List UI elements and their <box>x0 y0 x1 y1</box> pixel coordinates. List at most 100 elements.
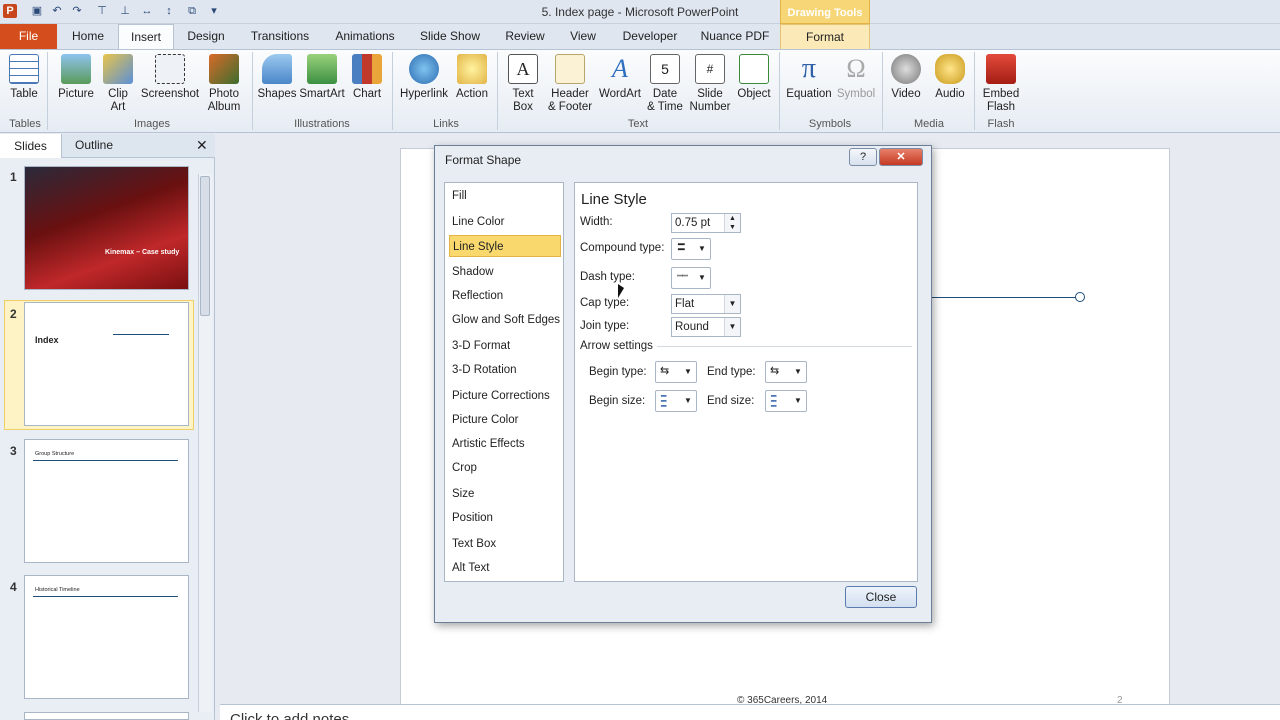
join-type-label: Join type: <box>580 320 630 332</box>
category-crop[interactable]: Crop <box>449 457 561 479</box>
tab-file[interactable]: File <box>0 24 57 49</box>
tab-outline[interactable]: Outline <box>75 138 113 152</box>
tab-developer[interactable]: Developer <box>616 24 684 49</box>
category-3d-rotation[interactable]: 3-D Rotation <box>449 359 561 381</box>
hyperlink-button[interactable]: Hyperlink <box>396 52 452 101</box>
end-type-dropdown[interactable]: ⇆ ▼ <box>765 361 807 383</box>
date-time-button[interactable]: 5 Date & Time <box>644 52 686 114</box>
slide-thumbnail-2[interactable]: Index <box>24 302 189 426</box>
hyperlink-icon <box>409 54 439 84</box>
slide-thumbnail-5[interactable] <box>24 712 189 720</box>
chevron-down-icon[interactable]: ▼ <box>724 295 740 313</box>
category-artistic-effects[interactable]: Artistic Effects <box>449 433 561 455</box>
text-box-button[interactable]: A Text Box <box>502 52 544 114</box>
action-button[interactable]: Action <box>452 52 492 101</box>
slide-thumbnail-3[interactable]: Group Structure <box>24 439 189 563</box>
spinner-arrows-icon[interactable]: ▲ ▼ <box>724 214 740 232</box>
symbol-button[interactable]: Ω Symbol <box>836 52 876 101</box>
slide-thumbnail-title: Group Structure <box>35 451 75 457</box>
compound-type-label: Compound type: <box>580 242 665 254</box>
category-shadow[interactable]: Shadow <box>449 261 561 283</box>
scrollbar-thumb[interactable] <box>200 176 210 316</box>
picture-button[interactable]: Picture <box>54 52 98 101</box>
category-reflection[interactable]: Reflection <box>449 285 561 307</box>
smartart-button[interactable]: SmartArt <box>298 52 346 101</box>
category-alt-text[interactable]: Alt Text <box>449 557 561 579</box>
arrow-settings-heading: Arrow settings <box>580 340 653 352</box>
header-footer-button[interactable]: Header & Footer <box>544 52 596 114</box>
width-spinner[interactable]: 0.75 pt ▲ ▼ <box>671 213 741 233</box>
tab-home[interactable]: Home <box>64 24 112 49</box>
separator <box>882 52 883 130</box>
slide-thumbnail-line <box>113 334 169 335</box>
category-position[interactable]: Position <box>449 507 561 529</box>
selected-line-shape[interactable] <box>921 297 1081 298</box>
window-title: 5. Index page - Microsoft PowerPoint <box>541 5 739 19</box>
category-glow-soft-edges[interactable]: Glow and Soft Edges <box>449 309 561 331</box>
table-button[interactable]: Table <box>4 52 44 101</box>
tab-nuance-pdf[interactable]: Nuance PDF <box>696 24 774 49</box>
line-end-handle[interactable] <box>1075 292 1085 302</box>
slide-number-button[interactable]: # Slide Number <box>686 52 734 114</box>
shapes-icon <box>262 54 292 84</box>
tab-insert[interactable]: Insert <box>118 24 174 49</box>
join-type-select[interactable]: Round ▼ <box>671 317 741 337</box>
tab-view[interactable]: View <box>562 24 604 49</box>
category-picture-corrections[interactable]: Picture Corrections <box>449 385 561 407</box>
category-picture-color[interactable]: Picture Color <box>449 409 561 431</box>
video-button[interactable]: Video <box>886 52 926 101</box>
cap-type-select[interactable]: Flat ▼ <box>671 294 741 314</box>
embed-flash-button[interactable]: Embed Flash <box>978 52 1024 114</box>
chevron-down-icon: ▼ <box>698 244 706 253</box>
end-type-label: End type: <box>707 366 756 378</box>
shapes-button[interactable]: Shapes <box>256 52 298 101</box>
category-3d-format[interactable]: 3-D Format <box>449 335 561 357</box>
tab-format[interactable]: Format <box>780 24 870 49</box>
clip-art-button[interactable]: Clip Art <box>100 52 136 114</box>
wordart-button[interactable]: A WordArt <box>596 52 644 101</box>
separator <box>252 52 253 130</box>
category-fill[interactable]: Fill <box>449 185 561 207</box>
photo-album-button[interactable]: Photo Album <box>202 52 246 114</box>
clip-art-icon <box>103 54 133 84</box>
category-line-color[interactable]: Line Color <box>449 211 561 233</box>
close-panel-icon[interactable]: ✕ <box>196 137 208 154</box>
equation-button[interactable]: π Equation <box>782 52 836 101</box>
begin-size-label: Begin size: <box>589 395 646 407</box>
tab-animations[interactable]: Animations <box>328 24 402 49</box>
separator <box>974 52 975 130</box>
slide-thumbnail-4[interactable]: Historical Timeline <box>24 575 189 699</box>
category-text-box[interactable]: Text Box <box>449 533 561 555</box>
separator <box>497 52 498 130</box>
tab-design[interactable]: Design <box>180 24 232 49</box>
begin-size-dropdown[interactable]: ━ ━ ━ ▼ <box>655 390 697 412</box>
slide-number: 4 <box>10 580 17 594</box>
slides-scrollbar[interactable] <box>198 174 212 712</box>
screenshot-button[interactable]: Screenshot <box>140 52 200 101</box>
category-size[interactable]: Size <box>449 483 561 505</box>
tab-slide-show[interactable]: Slide Show <box>414 24 486 49</box>
object-button[interactable]: Object <box>734 52 774 101</box>
category-line-style[interactable]: Line Style <box>449 235 561 257</box>
dash-type-dropdown[interactable]: ┅┅ ▼ <box>671 267 711 289</box>
slide-thumbnail-1[interactable]: Kinemax – Case study <box>24 166 189 290</box>
tab-slides[interactable]: Slides <box>0 134 62 158</box>
chevron-down-icon: ▼ <box>794 396 802 405</box>
category-list: Fill Line Color Line Style Shadow Reflec… <box>444 182 564 582</box>
begin-type-dropdown[interactable]: ⇆ ▼ <box>655 361 697 383</box>
close-button[interactable]: Close <box>845 586 917 608</box>
audio-button[interactable]: Audio <box>930 52 970 101</box>
chart-button[interactable]: Chart <box>348 52 386 101</box>
date-time-icon: 5 <box>650 54 680 84</box>
notes-pane[interactable]: Click to add notes <box>220 704 1280 720</box>
end-size-dropdown[interactable]: ━ ━ ━ ▼ <box>765 390 807 412</box>
help-button[interactable]: ? <box>849 148 877 166</box>
chevron-down-icon[interactable]: ▼ <box>724 318 740 336</box>
equation-icon: π <box>801 53 817 84</box>
chevron-down-icon: ▼ <box>684 367 692 376</box>
cursor-icon <box>618 284 624 298</box>
close-icon[interactable]: ✕ <box>879 148 923 166</box>
compound-type-dropdown[interactable]: ━ ━ ▼ <box>671 238 711 260</box>
tab-review[interactable]: Review <box>500 24 550 49</box>
tab-transitions[interactable]: Transitions <box>244 24 316 49</box>
